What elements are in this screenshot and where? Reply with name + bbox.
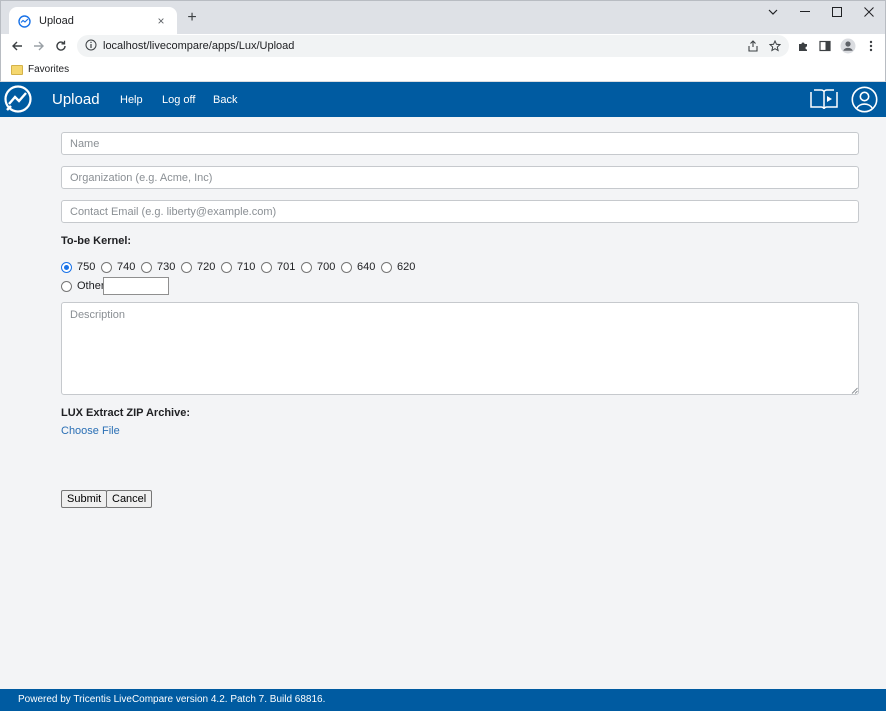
- kernel-radio-700[interactable]: 700: [301, 261, 335, 273]
- kernel-label: To-be Kernel:: [61, 235, 132, 247]
- extensions-puzzle-icon[interactable]: [794, 37, 812, 55]
- kernel-radio-710[interactable]: 710: [221, 261, 255, 273]
- kernel-radio-other[interactable]: Other: [61, 280, 105, 292]
- kernel-radio-620[interactable]: 620: [381, 261, 415, 273]
- radio-icon[interactable]: [381, 261, 392, 273]
- browser-tab-strip: Upload × +: [0, 0, 886, 35]
- bookmark-favorites[interactable]: Favorites: [28, 64, 69, 75]
- nav-logoff-link[interactable]: Log off: [162, 94, 195, 106]
- profile-avatar-icon[interactable]: [839, 37, 857, 55]
- footer: Powered by Tricentis LiveCompare version…: [0, 689, 886, 711]
- folder-icon: [11, 64, 23, 75]
- share-icon[interactable]: [744, 37, 762, 55]
- bookmark-star-icon[interactable]: [766, 37, 784, 55]
- radio-icon[interactable]: [301, 261, 312, 273]
- video-guide-book-icon[interactable]: [810, 88, 838, 110]
- livecompare-favicon-icon: [17, 14, 31, 28]
- address-bar-url: localhost/livecompare/apps/Lux/Upload: [103, 40, 295, 52]
- radio-icon[interactable]: [261, 261, 272, 273]
- radio-selected-icon[interactable]: [61, 261, 72, 273]
- browser-tab-title: Upload: [39, 15, 74, 27]
- bookmarks-bar: Favorites: [0, 58, 886, 82]
- app-header: Upload Help Log off Back: [0, 82, 886, 117]
- livecompare-logo-icon[interactable]: [4, 85, 32, 113]
- browser-toolbar: localhost/livecompare/apps/Lux/Upload: [0, 34, 886, 58]
- forward-arrow-icon[interactable]: [30, 37, 48, 55]
- kernel-radio-750[interactable]: 750: [61, 261, 95, 273]
- radio-icon[interactable]: [341, 261, 352, 273]
- description-textarea[interactable]: [61, 302, 859, 395]
- cancel-button[interactable]: Cancel: [106, 490, 153, 508]
- resize-grip-icon[interactable]: [851, 387, 858, 394]
- radio-icon[interactable]: [101, 261, 112, 273]
- radio-icon[interactable]: [61, 280, 72, 292]
- kernel-radio-740[interactable]: 740: [101, 261, 135, 273]
- radio-icon[interactable]: [181, 261, 192, 273]
- browser-menu-icon[interactable]: [862, 37, 880, 55]
- maximize-window-icon[interactable]: [821, 1, 853, 23]
- kernel-radio-720[interactable]: 720: [181, 261, 215, 273]
- kernel-radio-730[interactable]: 730: [141, 261, 175, 273]
- choose-file-button[interactable]: Choose File: [61, 425, 120, 437]
- tab-search-chevron-icon[interactable]: [757, 1, 789, 23]
- kernel-radio-640[interactable]: 640: [341, 261, 375, 273]
- back-arrow-icon[interactable]: [8, 37, 26, 55]
- side-panel-icon[interactable]: [816, 37, 834, 55]
- close-tab-icon[interactable]: ×: [153, 14, 169, 28]
- page-title: Upload: [52, 91, 100, 108]
- organization-input[interactable]: [61, 166, 859, 189]
- close-window-icon[interactable]: [853, 1, 885, 23]
- name-input[interactable]: [61, 132, 859, 155]
- nav-help-link[interactable]: Help: [120, 94, 143, 106]
- new-tab-button[interactable]: +: [183, 9, 201, 27]
- kernel-radio-701[interactable]: 701: [261, 261, 295, 273]
- archive-label: LUX Extract ZIP Archive:: [61, 407, 190, 419]
- reload-icon[interactable]: [52, 37, 70, 55]
- submit-button[interactable]: Submit: [61, 490, 108, 508]
- contact-email-input[interactable]: [61, 200, 859, 223]
- user-account-icon[interactable]: [851, 86, 878, 113]
- footer-text: Powered by Tricentis LiveCompare version…: [18, 694, 326, 705]
- nav-back-link[interactable]: Back: [213, 94, 237, 106]
- radio-icon[interactable]: [141, 261, 152, 273]
- address-bar[interactable]: localhost/livecompare/apps/Lux/Upload: [77, 35, 789, 57]
- site-info-icon[interactable]: [85, 39, 97, 54]
- browser-tab[interactable]: Upload ×: [9, 7, 177, 35]
- other-kernel-input[interactable]: [103, 277, 169, 295]
- minimize-window-icon[interactable]: [789, 1, 821, 23]
- radio-icon[interactable]: [221, 261, 232, 273]
